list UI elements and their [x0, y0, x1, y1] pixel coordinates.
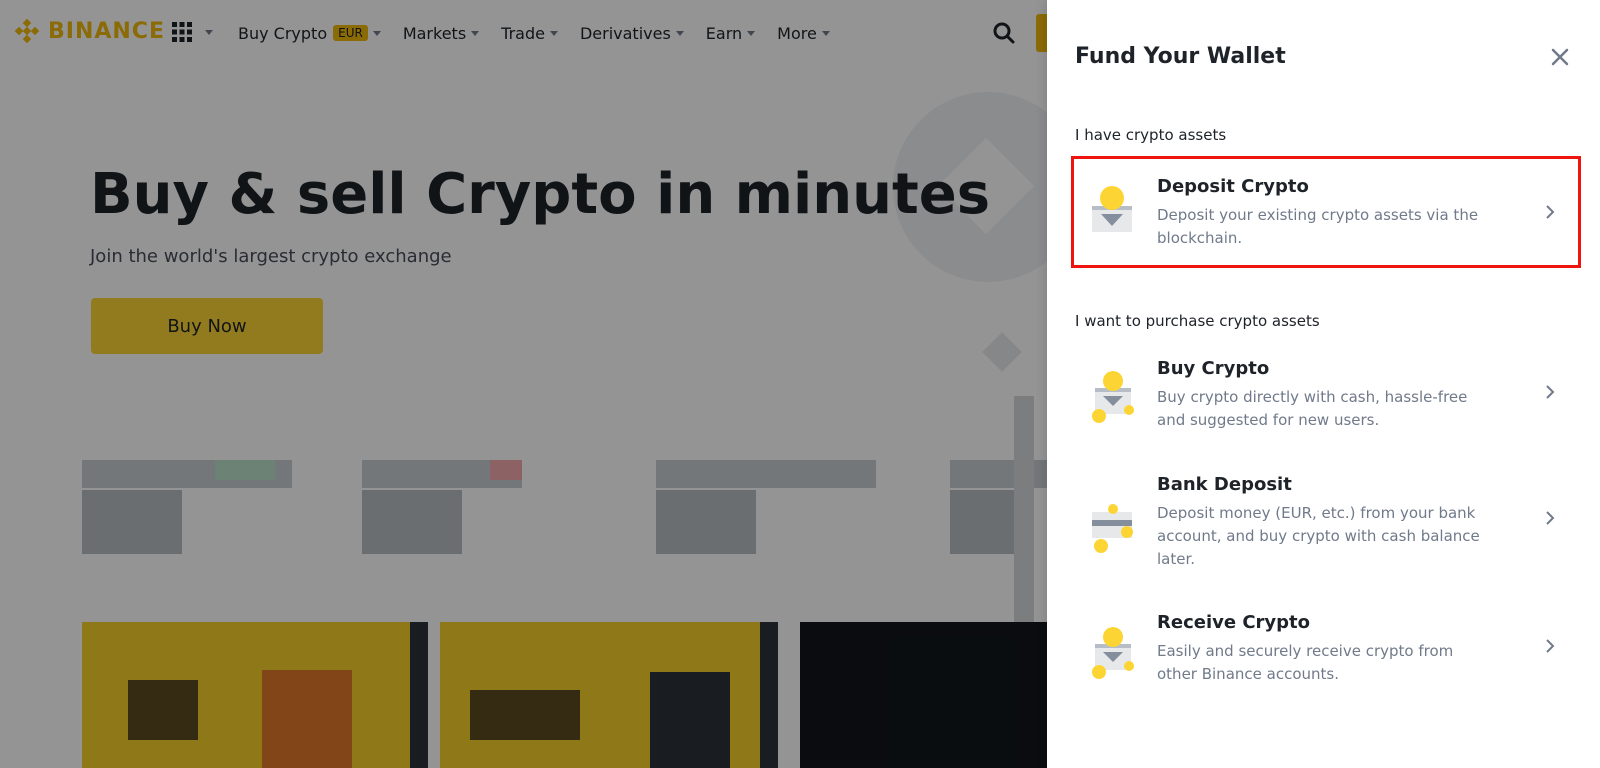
drawer-title: Fund Your Wallet [1075, 44, 1286, 69]
option-title: Buy Crypto [1157, 358, 1270, 379]
bank-deposit-icon [1092, 504, 1133, 553]
receive-crypto-icon [1092, 627, 1134, 679]
section-label-have-crypto: I have crypto assets [1075, 126, 1227, 144]
option-description: Deposit money (EUR, etc.) from your bank… [1157, 504, 1480, 568]
chevron-right-icon [1546, 511, 1555, 525]
modal-overlay[interactable] [0, 0, 1047, 768]
option-description: Easily and securely receive crypto from … [1157, 642, 1454, 683]
option-receive-crypto[interactable]: Receive Crypto Easily and securely recei… [1071, 604, 1581, 708]
option-buy-crypto[interactable]: Buy Crypto Buy crypto directly with cash… [1071, 350, 1581, 454]
option-title: Bank Deposit [1157, 474, 1292, 495]
close-button[interactable] [1549, 46, 1571, 68]
option-bank-deposit[interactable]: Bank Deposit Deposit money (EUR, etc.) f… [1071, 466, 1581, 590]
fund-wallet-drawer: Fund Your Wallet I have crypto assets De… [1047, 0, 1600, 768]
chevron-right-icon [1546, 205, 1555, 219]
chevron-right-icon [1546, 385, 1555, 399]
buy-crypto-icon [1092, 371, 1134, 423]
option-deposit-crypto[interactable]: Deposit Crypto Deposit your existing cry… [1071, 156, 1581, 268]
deposit-crypto-icon [1092, 186, 1132, 232]
option-title: Deposit Crypto [1157, 176, 1309, 197]
section-label-purchase-crypto: I want to purchase crypto assets [1075, 312, 1320, 330]
option-description: Deposit your existing crypto assets via … [1157, 206, 1479, 247]
close-icon [1551, 48, 1569, 66]
chevron-right-icon [1546, 639, 1555, 653]
option-title: Receive Crypto [1157, 612, 1310, 633]
option-description: Buy crypto directly with cash, hassle-fr… [1157, 388, 1468, 429]
